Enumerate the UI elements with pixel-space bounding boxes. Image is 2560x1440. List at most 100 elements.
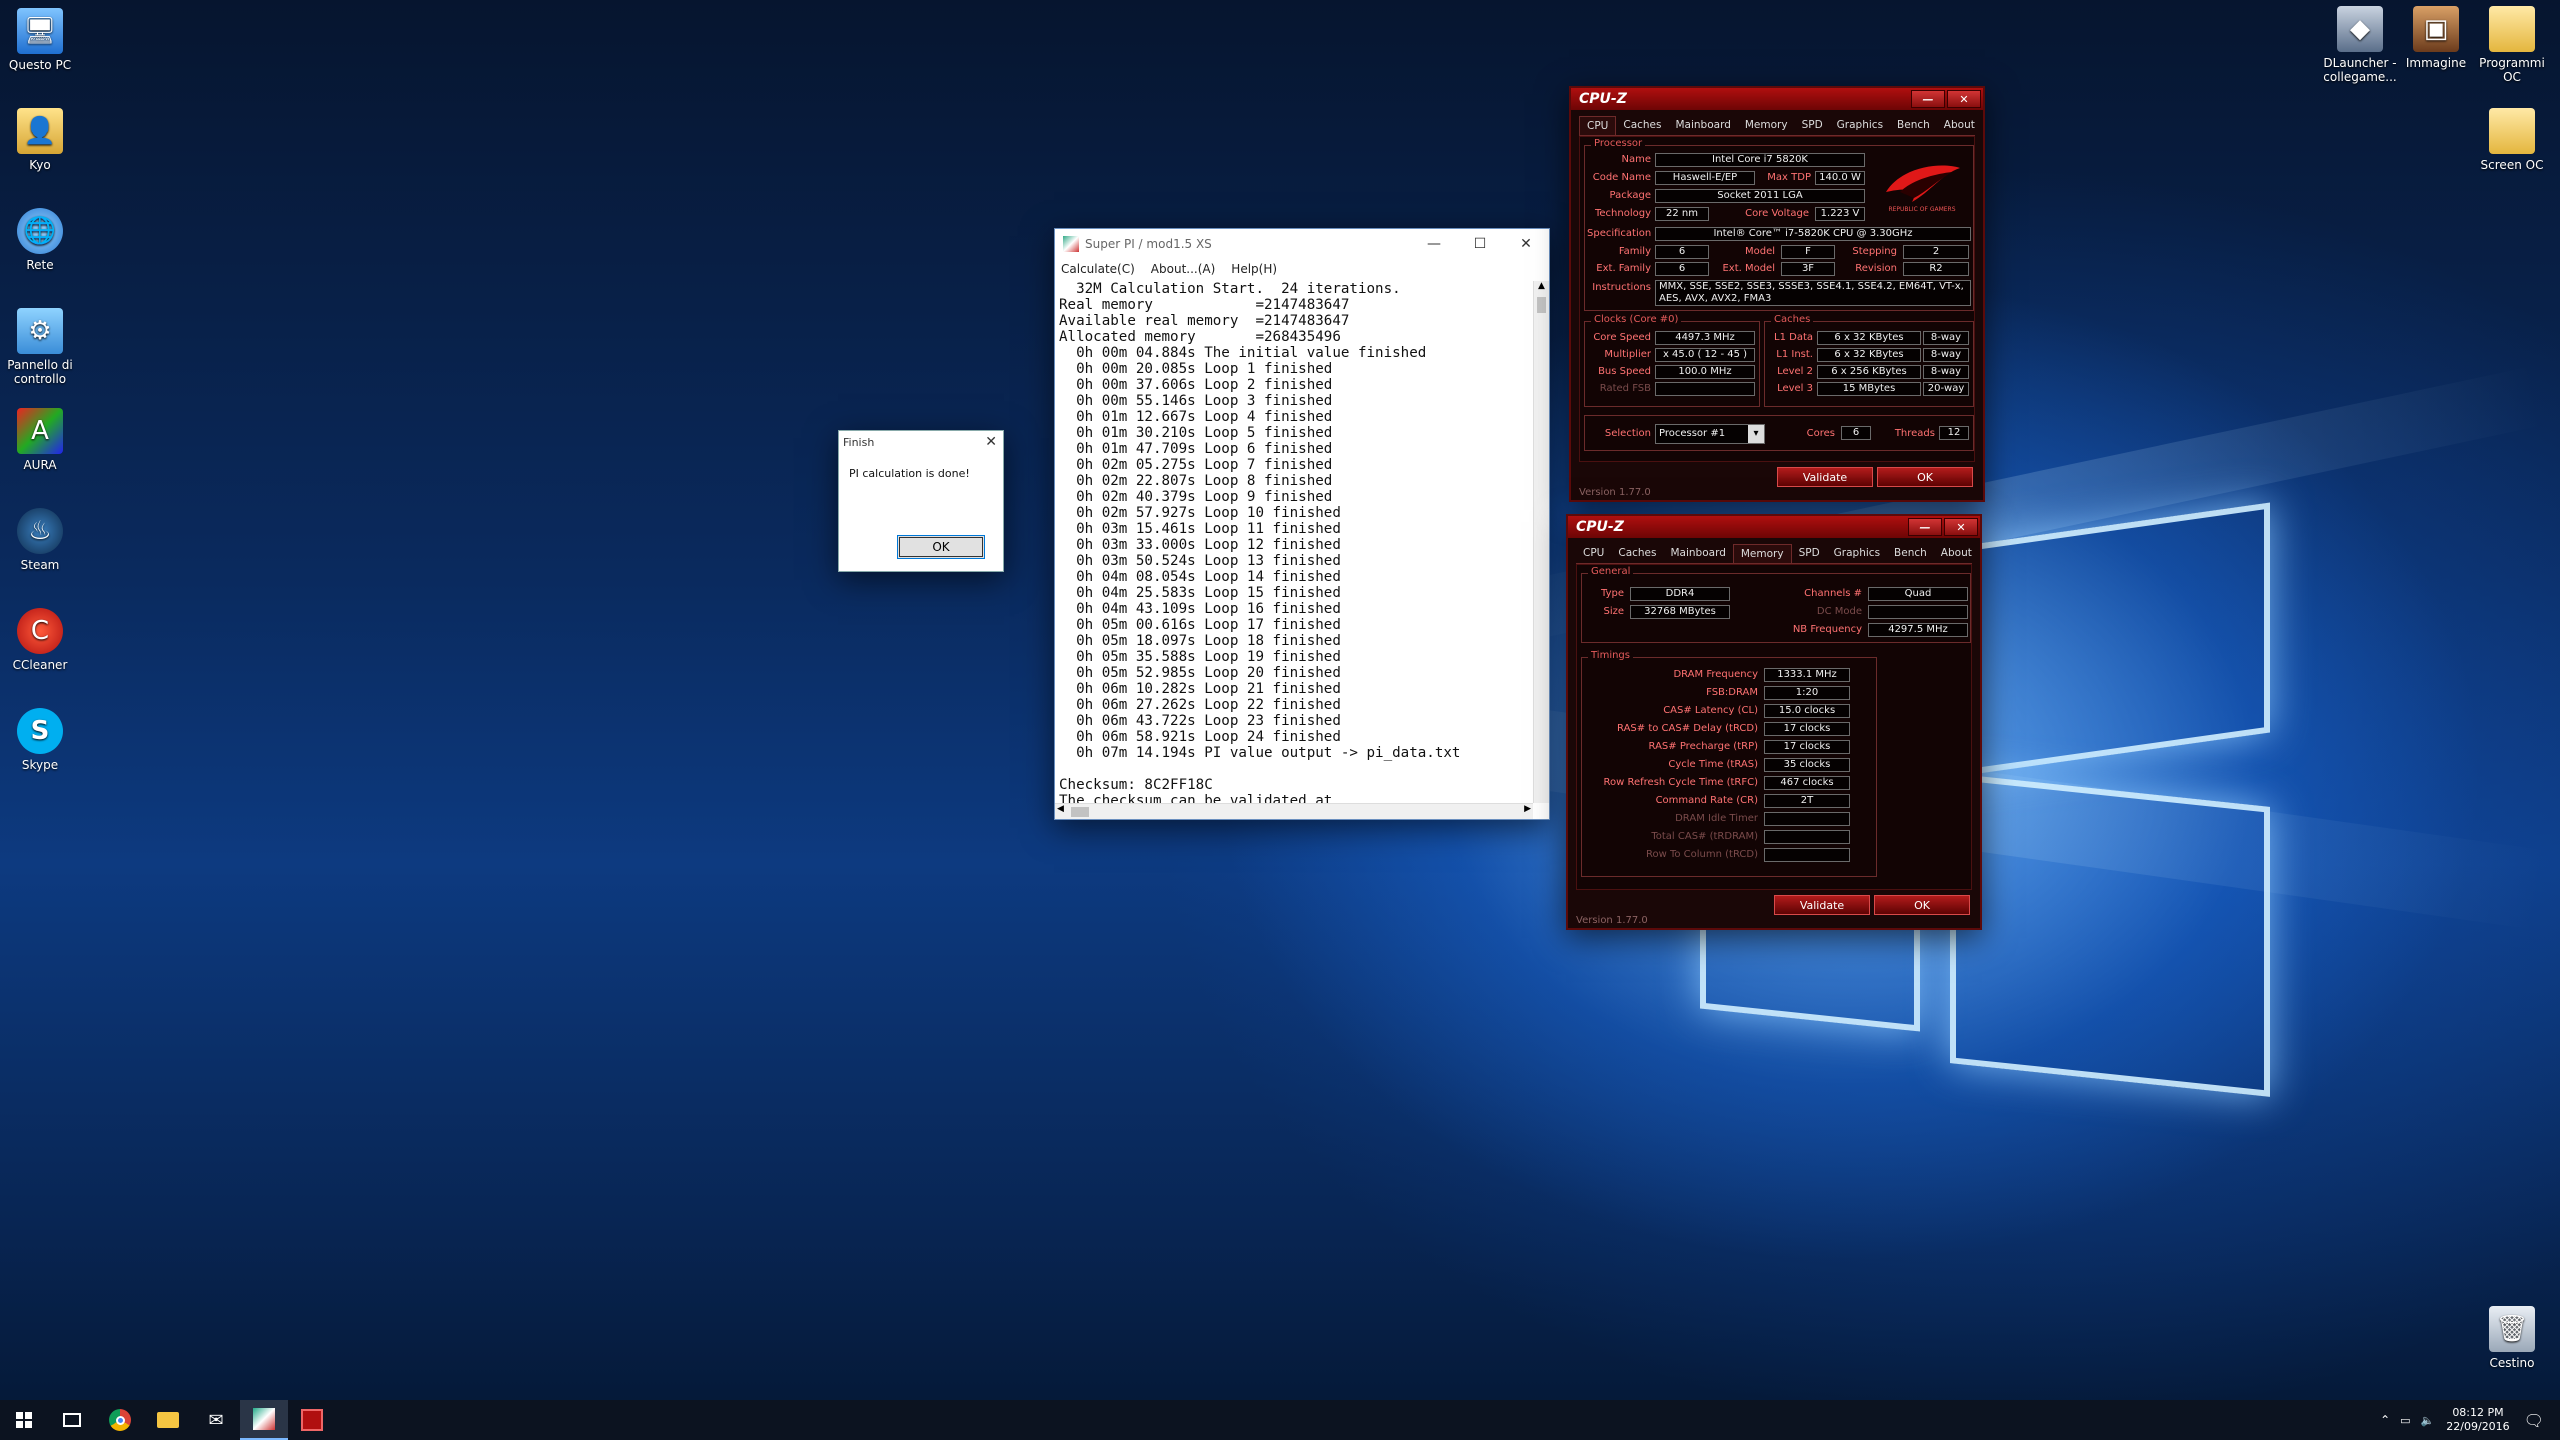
desktop-icon-pannello[interactable]: ⚙ Pannello di controllo [0, 308, 80, 386]
desktop-icon-screen-oc[interactable]: Screen OC [2472, 108, 2552, 172]
desktop-icon-steam[interactable]: ♨ Steam [0, 508, 80, 572]
minimize-button[interactable]: — [1911, 90, 1945, 108]
menu-about[interactable]: About...(A) [1151, 262, 1216, 276]
cpuz-cpu-window: CPU-Z — ✕ CPU Caches Mainboard Memory SP… [1569, 86, 1985, 502]
tab-bench[interactable]: Bench [1890, 116, 1937, 135]
menu-help[interactable]: Help(H) [1231, 262, 1277, 276]
l3-value: 15 MBytes [1817, 382, 1921, 396]
start-button[interactable] [0, 1400, 48, 1440]
desktop-icon-dlauncher[interactable]: ◆ DLauncher - collegame... [2320, 6, 2400, 84]
vertical-scrollbar[interactable]: ▲ [1533, 281, 1549, 803]
volume-icon[interactable]: 🔈 [2421, 1414, 2435, 1427]
desktop-icon-kyo[interactable]: 👤 Kyo [0, 108, 80, 172]
tab-cpu[interactable]: CPU [1579, 116, 1617, 135]
revision-label: Revision [1855, 263, 1897, 274]
desktop-icon-questo-pc[interactable]: 🖥 Questo PC [0, 8, 80, 72]
chevron-up-icon[interactable]: ⌃ [2380, 1413, 2390, 1427]
taskbar-superpi[interactable] [240, 1400, 288, 1440]
close-button[interactable]: ✕ [1947, 90, 1981, 108]
tab-about[interactable]: About [1934, 544, 1979, 563]
size-label: Size [1603, 606, 1624, 617]
network-icon[interactable]: ▭ [2400, 1414, 2410, 1427]
desktop-icon-programmi-oc[interactable]: Programmi OC [2472, 6, 2552, 84]
computer-icon: 🖥 [17, 8, 63, 54]
tab-caches[interactable]: Caches [1616, 116, 1668, 135]
clock[interactable]: 08:12 PM 22/09/2016 [2446, 1406, 2509, 1434]
codename-value: Haswell-E/EP [1655, 171, 1755, 185]
timing-value: 17 clocks [1764, 722, 1850, 736]
l2-way: 8-way [1923, 365, 1969, 379]
superpi-app-icon [1063, 236, 1079, 252]
tab-spd[interactable]: SPD [1795, 116, 1830, 135]
desktop-icon-immagine[interactable]: ▣ Immagine [2396, 6, 2476, 70]
cpuz-titlebar[interactable]: CPU-Z — ✕ [1571, 88, 1983, 110]
tab-about[interactable]: About [1937, 116, 1982, 135]
tab-cpu[interactable]: CPU [1576, 544, 1611, 563]
scroll-thumb[interactable] [1071, 807, 1089, 817]
taskbar-chrome[interactable] [96, 1400, 144, 1440]
timing-value: 1333.1 MHz [1764, 668, 1850, 682]
horizontal-scrollbar[interactable]: ◀ ▶ [1055, 803, 1533, 819]
cpu-panel: Processor Name Intel Core i7 5820K Code … [1579, 136, 1975, 462]
desktop-icon-ccleaner[interactable]: C CCleaner [0, 608, 80, 672]
task-view-button[interactable] [48, 1400, 96, 1440]
tab-spd[interactable]: SPD [1792, 544, 1827, 563]
dcmode-label: DC Mode [1816, 606, 1862, 617]
dlauncher-icon: ◆ [2337, 6, 2383, 52]
superpi-window: Super PI / mod1.5 XS — ☐ ✕ Calculate(C) … [1054, 228, 1550, 820]
close-button[interactable]: ✕ [1503, 229, 1549, 259]
timing-label: Row To Column (tRCD) [1645, 849, 1758, 860]
tab-memory[interactable]: Memory [1738, 116, 1795, 135]
close-icon[interactable]: ✕ [985, 434, 997, 450]
tab-graphics[interactable]: Graphics [1830, 116, 1890, 135]
desktop-icon-aura[interactable]: A AURA [0, 408, 80, 472]
minimize-button[interactable]: — [1908, 518, 1942, 536]
ok-button[interactable]: OK [1874, 895, 1970, 915]
cpuz-titlebar[interactable]: CPU-Z — ✕ [1568, 516, 1980, 538]
console-line: Real memory =2147483647 [1059, 297, 1350, 313]
group-label: General [1588, 566, 1634, 577]
console-line: 0h 06m 43.722s Loop 23 finished [1059, 713, 1341, 729]
taskbar-cpuz[interactable] [288, 1400, 336, 1440]
desktop-icon-skype[interactable]: S Skype [0, 708, 80, 772]
group-label: Processor [1591, 138, 1646, 149]
desktop-icon-cestino[interactable]: 🗑 Cestino [2472, 1306, 2552, 1370]
finish-titlebar[interactable]: Finish ✕ [839, 431, 1003, 453]
size-value: 32768 MBytes [1630, 605, 1730, 619]
notifications-icon[interactable]: 🗨 [2524, 1411, 2544, 1430]
ok-button[interactable]: OK [897, 535, 985, 559]
extfamily-label: Ext. Family [1596, 263, 1651, 274]
scroll-right-arrow[interactable]: ▶ [1524, 804, 1531, 814]
taskbar-file-explorer[interactable] [144, 1400, 192, 1440]
tab-mainboard[interactable]: Mainboard [1663, 544, 1732, 563]
scroll-thumb[interactable] [1537, 297, 1546, 313]
instructions-label: Instructions [1592, 282, 1651, 293]
tab-graphics[interactable]: Graphics [1827, 544, 1887, 563]
l1data-way: 8-way [1923, 331, 1969, 345]
processor-select[interactable]: Processor #1 ▾ [1655, 424, 1765, 444]
maximize-button[interactable]: ☐ [1457, 229, 1503, 259]
cpuz-footer: Validate OK Version 1.77.0 [1568, 890, 1980, 926]
tab-bench[interactable]: Bench [1887, 544, 1934, 563]
chevron-down-icon[interactable]: ▾ [1748, 425, 1764, 443]
scroll-left-arrow[interactable]: ◀ [1057, 804, 1064, 814]
superpi-titlebar[interactable]: Super PI / mod1.5 XS — ☐ ✕ [1055, 229, 1549, 259]
tab-mainboard[interactable]: Mainboard [1668, 116, 1737, 135]
scroll-up-arrow[interactable]: ▲ [1534, 281, 1549, 297]
validate-button[interactable]: Validate [1777, 467, 1873, 487]
menu-calculate[interactable]: Calculate(C) [1061, 262, 1135, 276]
timing-value: 2T [1764, 794, 1850, 808]
desktop-icon-rete[interactable]: 🌐 Rete [0, 208, 80, 272]
ok-button[interactable]: OK [1877, 467, 1973, 487]
threads-value: 12 [1939, 426, 1969, 440]
close-button[interactable]: ✕ [1944, 518, 1978, 536]
minimize-button[interactable]: — [1411, 229, 1457, 259]
taskbar-mail[interactable]: ✉ [192, 1400, 240, 1440]
nbfreq-value: 4297.5 MHz [1868, 623, 1968, 637]
tab-memory[interactable]: Memory [1732, 544, 1792, 563]
tab-caches[interactable]: Caches [1611, 544, 1663, 563]
windows-logo-pane [1950, 502, 2270, 778]
validate-button[interactable]: Validate [1774, 895, 1870, 915]
superpi-menubar: Calculate(C) About...(A) Help(H) [1055, 259, 1549, 279]
